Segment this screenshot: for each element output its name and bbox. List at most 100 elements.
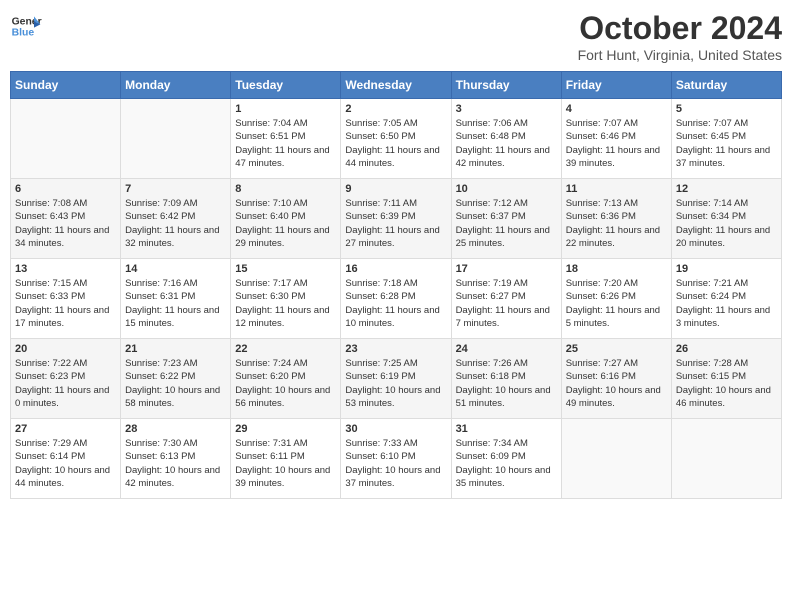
day-number: 17 [456, 263, 557, 275]
header-tuesday: Tuesday [231, 72, 341, 99]
day-info: Sunrise: 7:33 AMSunset: 6:10 PMDaylight:… [345, 437, 446, 490]
calendar-week-1: 1 Sunrise: 7:04 AMSunset: 6:51 PMDaylight… [11, 99, 782, 179]
calendar-cell: 22 Sunrise: 7:24 AMSunset: 6:20 PMDayligh… [231, 339, 341, 419]
location-title: Fort Hunt, Virginia, United States [578, 47, 782, 63]
calendar-table: SundayMondayTuesdayWednesdayThursdayFrid… [10, 71, 782, 499]
calendar-header-row: SundayMondayTuesdayWednesdayThursdayFrid… [11, 72, 782, 99]
day-info: Sunrise: 7:14 AMSunset: 6:34 PMDaylight:… [676, 197, 777, 250]
day-info: Sunrise: 7:10 AMSunset: 6:40 PMDaylight:… [235, 197, 336, 250]
day-number: 6 [15, 183, 116, 195]
day-info: Sunrise: 7:24 AMSunset: 6:20 PMDaylight:… [235, 357, 336, 410]
day-info: Sunrise: 7:30 AMSunset: 6:13 PMDaylight:… [125, 437, 226, 490]
header-monday: Monday [121, 72, 231, 99]
day-number: 29 [235, 423, 336, 435]
day-info: Sunrise: 7:04 AMSunset: 6:51 PMDaylight:… [235, 117, 336, 170]
calendar-cell: 31Sunrise: 7:34 AMSunset: 6:09 PMDayligh… [451, 419, 561, 499]
day-number: 20 [15, 343, 116, 355]
calendar-cell: 13 Sunrise: 7:15 AMSunset: 6:33 PMDayligh… [11, 259, 121, 339]
day-number: 11 [566, 183, 667, 195]
day-number: 18 [566, 263, 667, 275]
day-info: Sunrise: 7:17 AMSunset: 6:30 PMDaylight:… [235, 277, 336, 330]
day-info: Sunrise: 7:21 AMSunset: 6:24 PMDaylight:… [676, 277, 777, 330]
header-sunday: Sunday [11, 72, 121, 99]
calendar-cell: 6 Sunrise: 7:08 AMSunset: 6:43 PMDaylight… [11, 179, 121, 259]
day-info: Sunrise: 7:15 AMSunset: 6:33 PMDaylight:… [15, 277, 116, 330]
day-info: Sunrise: 7:07 AMSunset: 6:45 PMDaylight:… [676, 117, 777, 170]
day-number: 25 [566, 343, 667, 355]
day-info: Sunrise: 7:12 AMSunset: 6:37 PMDaylight:… [456, 197, 557, 250]
day-number: 9 [345, 183, 446, 195]
day-number: 19 [676, 263, 777, 275]
day-number: 30 [345, 423, 446, 435]
day-number: 1 [235, 103, 336, 115]
day-info: Sunrise: 7:13 AMSunset: 6:36 PMDaylight:… [566, 197, 667, 250]
header-saturday: Saturday [671, 72, 781, 99]
day-number: 22 [235, 343, 336, 355]
day-info: Sunrise: 7:11 AMSunset: 6:39 PMDaylight:… [345, 197, 446, 250]
day-number: 4 [566, 103, 667, 115]
day-number: 7 [125, 183, 226, 195]
header-wednesday: Wednesday [341, 72, 451, 99]
calendar-cell: 7 Sunrise: 7:09 AMSunset: 6:42 PMDaylight… [121, 179, 231, 259]
calendar-cell: 3 Sunrise: 7:06 AMSunset: 6:48 PMDaylight… [451, 99, 561, 179]
day-number: 12 [676, 183, 777, 195]
calendar-cell: 17 Sunrise: 7:19 AMSunset: 6:27 PMDayligh… [451, 259, 561, 339]
calendar-cell [671, 419, 781, 499]
day-number: 28 [125, 423, 226, 435]
day-info: Sunrise: 7:09 AMSunset: 6:42 PMDaylight:… [125, 197, 226, 250]
day-info: Sunrise: 7:19 AMSunset: 6:27 PMDaylight:… [456, 277, 557, 330]
calendar-cell: 8 Sunrise: 7:10 AMSunset: 6:40 PMDaylight… [231, 179, 341, 259]
day-info: Sunrise: 7:18 AMSunset: 6:28 PMDaylight:… [345, 277, 446, 330]
day-info: Sunrise: 7:08 AMSunset: 6:43 PMDaylight:… [15, 197, 116, 250]
day-number: 24 [456, 343, 557, 355]
day-info: Sunrise: 7:29 AMSunset: 6:14 PMDaylight:… [15, 437, 116, 490]
calendar-cell: 2Sunrise: 7:05 AMSunset: 6:50 PMDaylight… [341, 99, 451, 179]
day-info: Sunrise: 7:22 AMSunset: 6:23 PMDaylight:… [15, 357, 116, 410]
day-info: Sunrise: 7:28 AMSunset: 6:15 PMDaylight:… [676, 357, 777, 410]
logo: General Blue [10, 10, 42, 42]
day-number: 8 [235, 183, 336, 195]
day-info: Sunrise: 7:06 AMSunset: 6:48 PMDaylight:… [456, 117, 557, 170]
calendar-week-3: 13 Sunrise: 7:15 AMSunset: 6:33 PMDayligh… [11, 259, 782, 339]
calendar-cell: 12 Sunrise: 7:14 AMSunset: 6:34 PMDayligh… [671, 179, 781, 259]
calendar-cell: 1 Sunrise: 7:04 AMSunset: 6:51 PMDaylight… [231, 99, 341, 179]
calendar-cell [11, 99, 121, 179]
day-info: Sunrise: 7:20 AMSunset: 6:26 PMDaylight:… [566, 277, 667, 330]
day-number: 31 [456, 423, 557, 435]
svg-text:Blue: Blue [12, 28, 35, 39]
calendar-week-2: 6 Sunrise: 7:08 AMSunset: 6:43 PMDaylight… [11, 179, 782, 259]
calendar-cell: 15 Sunrise: 7:17 AMSunset: 6:30 PMDayligh… [231, 259, 341, 339]
day-number: 3 [456, 103, 557, 115]
day-number: 27 [15, 423, 116, 435]
calendar-cell [561, 419, 671, 499]
calendar-cell: 23Sunrise: 7:25 AMSunset: 6:19 PMDayligh… [341, 339, 451, 419]
day-number: 5 [676, 103, 777, 115]
day-info: Sunrise: 7:27 AMSunset: 6:16 PMDaylight:… [566, 357, 667, 410]
day-info: Sunrise: 7:31 AMSunset: 6:11 PMDaylight:… [235, 437, 336, 490]
calendar-cell: 18 Sunrise: 7:20 AMSunset: 6:26 PMDayligh… [561, 259, 671, 339]
calendar-cell: 5 Sunrise: 7:07 AMSunset: 6:45 PMDaylight… [671, 99, 781, 179]
calendar-cell: 24 Sunrise: 7:26 AMSunset: 6:18 PMDayligh… [451, 339, 561, 419]
calendar-cell: 19 Sunrise: 7:21 AMSunset: 6:24 PMDayligh… [671, 259, 781, 339]
calendar-cell: 9 Sunrise: 7:11 AMSunset: 6:39 PMDaylight… [341, 179, 451, 259]
title-section: October 2024 Fort Hunt, Virginia, United… [578, 10, 782, 63]
day-number: 10 [456, 183, 557, 195]
calendar-cell: 16Sunrise: 7:18 AMSunset: 6:28 PMDayligh… [341, 259, 451, 339]
header-thursday: Thursday [451, 72, 561, 99]
calendar-cell: 4Sunrise: 7:07 AMSunset: 6:46 PMDaylight… [561, 99, 671, 179]
page-header: General Blue October 2024 Fort Hunt, Vir… [10, 10, 782, 63]
day-number: 13 [15, 263, 116, 275]
calendar-cell: 30 Sunrise: 7:33 AMSunset: 6:10 PMDayligh… [341, 419, 451, 499]
calendar-cell: 28 Sunrise: 7:30 AMSunset: 6:13 PMDayligh… [121, 419, 231, 499]
day-info: Sunrise: 7:26 AMSunset: 6:18 PMDaylight:… [456, 357, 557, 410]
header-friday: Friday [561, 72, 671, 99]
day-number: 15 [235, 263, 336, 275]
day-info: Sunrise: 7:23 AMSunset: 6:22 PMDaylight:… [125, 357, 226, 410]
day-number: 26 [676, 343, 777, 355]
calendar-week-5: 27 Sunrise: 7:29 AMSunset: 6:14 PMDayligh… [11, 419, 782, 499]
day-number: 14 [125, 263, 226, 275]
calendar-cell: 21Sunrise: 7:23 AMSunset: 6:22 PMDayligh… [121, 339, 231, 419]
day-info: Sunrise: 7:05 AMSunset: 6:50 PMDaylight:… [345, 117, 446, 170]
calendar-week-4: 20 Sunrise: 7:22 AMSunset: 6:23 PMDayligh… [11, 339, 782, 419]
day-info: Sunrise: 7:25 AMSunset: 6:19 PMDaylight:… [345, 357, 446, 410]
